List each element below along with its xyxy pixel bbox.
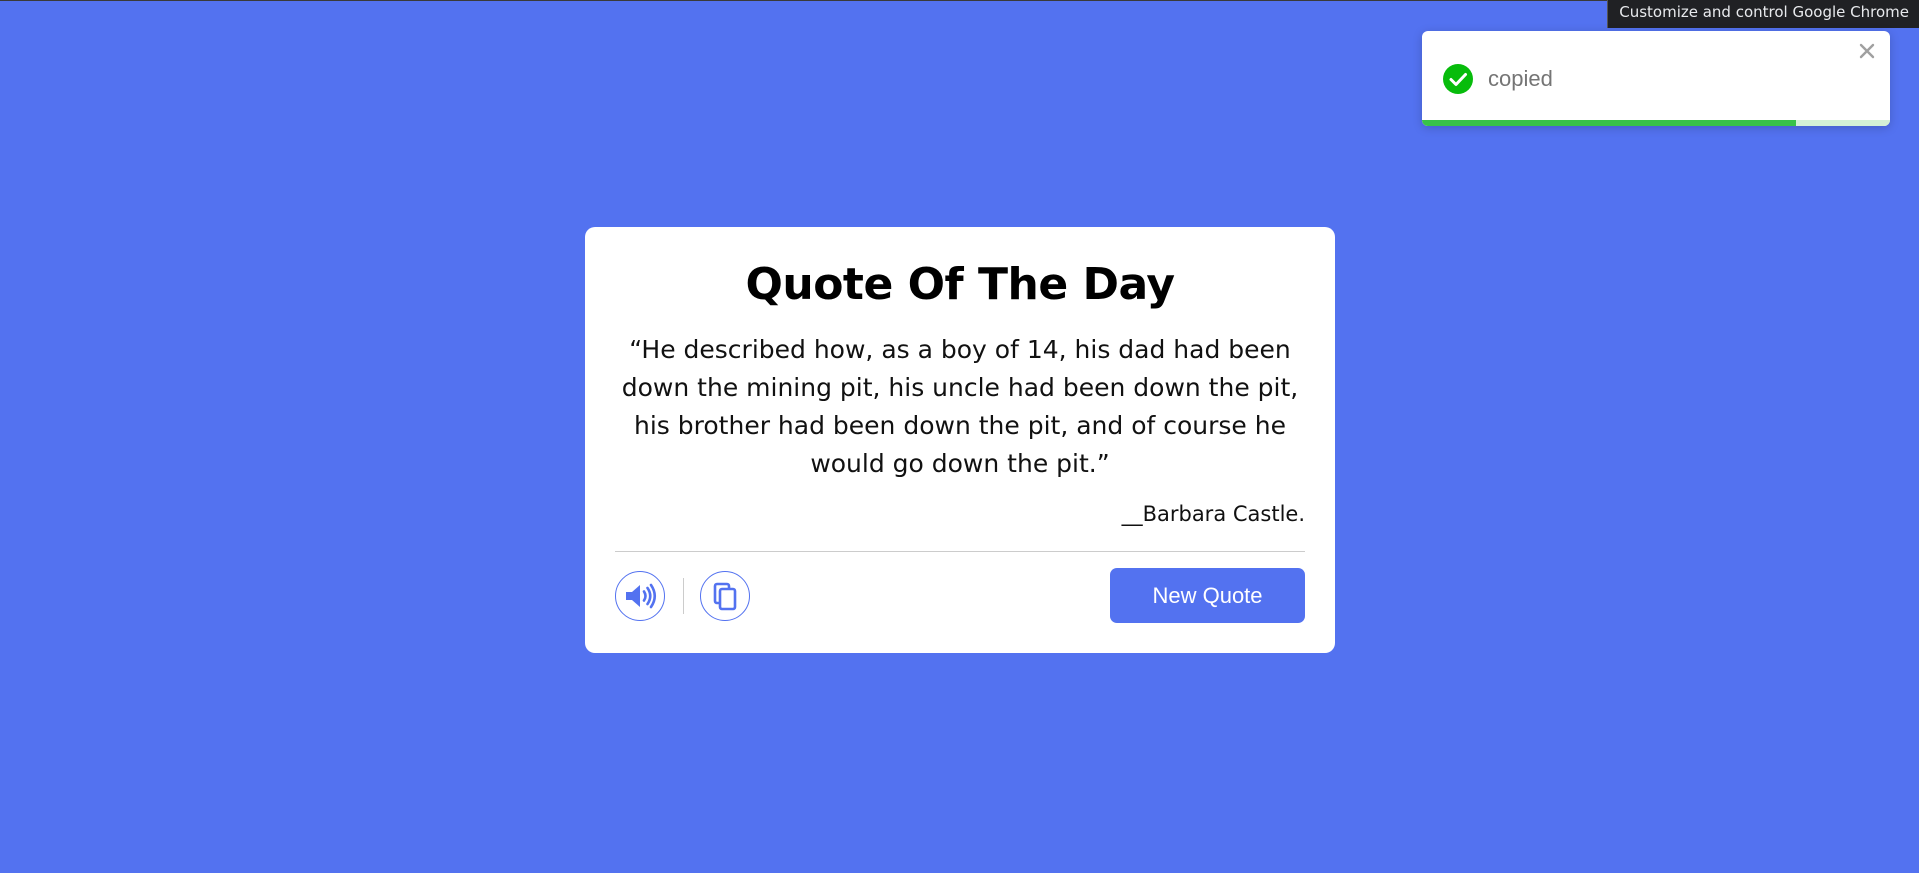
speech-button[interactable]	[615, 571, 665, 621]
browser-tooltip: Customize and control Google Chrome	[1607, 0, 1919, 28]
toast-progress-bar	[1422, 120, 1797, 126]
card-title: Quote Of The Day	[745, 259, 1175, 310]
close-icon[interactable]	[1856, 40, 1878, 62]
quote-author: __Barbara Castle.	[1121, 502, 1305, 526]
check-circle-icon	[1443, 64, 1473, 94]
quote-text: “He described how, as a boy of 14, his d…	[621, 335, 1299, 478]
quote-card: Quote Of The Day “He described how, as a…	[585, 227, 1335, 653]
toast-notification[interactable]: copied	[1422, 31, 1890, 126]
divider	[615, 551, 1305, 552]
toast-message: copied	[1488, 66, 1553, 91]
copy-button[interactable]	[700, 571, 750, 621]
toast-progress-track	[1422, 120, 1890, 126]
button-separator	[683, 578, 684, 614]
new-quote-button[interactable]: New Quote	[1110, 568, 1305, 623]
